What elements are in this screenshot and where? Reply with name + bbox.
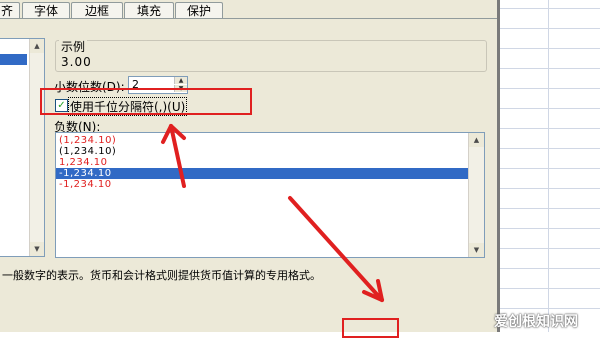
arrow-to-ok <box>288 196 384 302</box>
watermark: 爱创根知识网 <box>494 314 578 330</box>
annotation-arrows <box>161 124 384 302</box>
arrow-head <box>161 124 173 144</box>
